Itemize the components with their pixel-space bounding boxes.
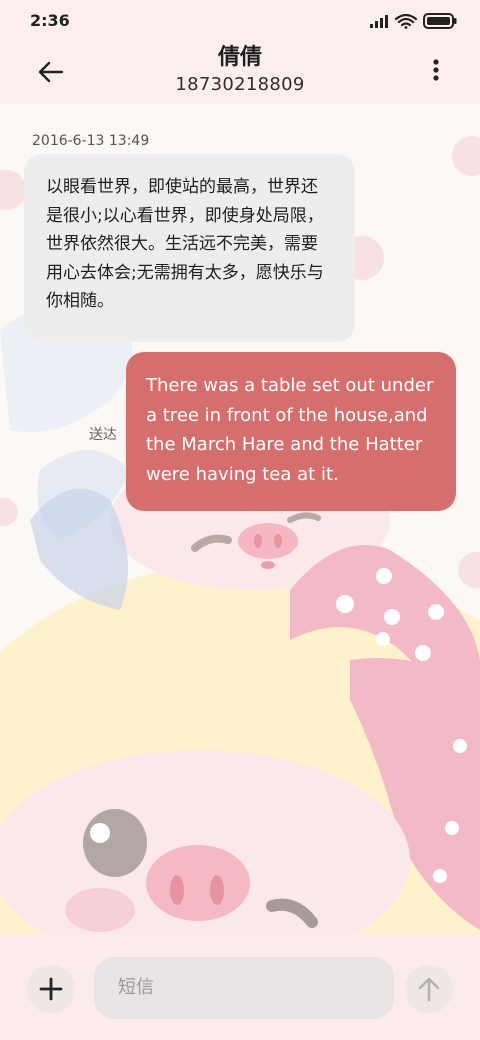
add-attachment-button[interactable] bbox=[27, 965, 75, 1013]
status-icons bbox=[368, 12, 458, 30]
battery-icon bbox=[423, 13, 457, 29]
message-input[interactable]: 短信 bbox=[94, 957, 394, 1019]
conversation-header: 倩倩 18730218809 bbox=[0, 40, 480, 104]
more-vertical-icon bbox=[433, 59, 439, 81]
send-button[interactable] bbox=[405, 965, 453, 1013]
compose-bar: 短信 bbox=[0, 934, 480, 1040]
message-timestamp: 2016-6-13 13:49 bbox=[32, 133, 150, 149]
contact-phone: 18730218809 bbox=[175, 74, 305, 95]
send-arrow-icon bbox=[418, 977, 440, 1002]
back-arrow-icon bbox=[38, 61, 64, 83]
status-time: 2:36 bbox=[30, 11, 70, 30]
outgoing-message-bubble[interactable]: There was a table set out under a tree i… bbox=[126, 352, 456, 511]
delivery-status: 送达 bbox=[89, 427, 117, 443]
contact-info: 倩倩 18730218809 bbox=[90, 40, 390, 96]
incoming-message-bubble[interactable]: 以眼看世界，即使站的最高，世界还是很小;以心看世界，即使身处局限，世界依然很大。… bbox=[24, 154, 355, 342]
contact-name: 倩倩 bbox=[217, 45, 262, 70]
back-button[interactable] bbox=[32, 52, 72, 92]
status-bar: 2:36 bbox=[0, 0, 480, 40]
plus-icon bbox=[39, 977, 63, 1001]
wifi-icon bbox=[394, 13, 418, 29]
signal-icon bbox=[370, 15, 388, 28]
more-options-button[interactable] bbox=[428, 56, 444, 88]
